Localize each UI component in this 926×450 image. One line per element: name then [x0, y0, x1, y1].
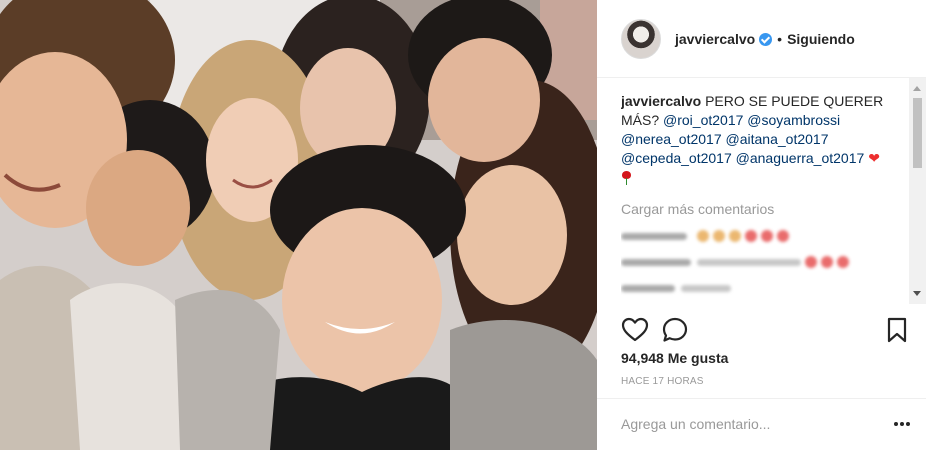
blurred-comment	[621, 253, 909, 271]
mention-link[interactable]: @anaguerra_ot2017	[736, 150, 865, 166]
red-heart-emoji-icon: ❤	[868, 150, 880, 166]
post-header: javviercalvo • Siguiendo	[597, 0, 926, 78]
header-separator: •	[777, 30, 783, 47]
likes-count[interactable]: 94,948 Me gusta	[621, 350, 728, 366]
more-options-icon[interactable]	[892, 414, 912, 434]
action-bar	[621, 316, 911, 344]
verified-badge-icon	[759, 33, 773, 46]
rose-emoji-icon	[621, 171, 631, 185]
post-timestamp[interactable]: HACE 17 HORAS	[621, 376, 704, 387]
bookmark-icon[interactable]	[883, 316, 911, 344]
load-more-comments-link[interactable]: Cargar más comentarios	[621, 200, 909, 219]
scroll-thumb[interactable]	[913, 98, 922, 168]
caption-username[interactable]: javviercalvo	[621, 93, 701, 109]
mention-link[interactable]: @soyambrossi	[747, 112, 840, 128]
speech-bubble-icon[interactable]	[661, 316, 689, 344]
header-username[interactable]: javviercalvo	[675, 31, 755, 47]
mention-link[interactable]: @cepeda_ot2017	[621, 150, 732, 166]
following-button[interactable]: Siguiendo	[787, 31, 855, 47]
post-side-panel: javviercalvo • Siguiendo javviercalvo PE…	[597, 0, 926, 450]
mention-link[interactable]: @aitana_ot2017	[726, 131, 829, 147]
scroll-up-arrow-icon[interactable]	[913, 86, 921, 91]
scroll-down-arrow-icon[interactable]	[913, 291, 921, 296]
comment-input[interactable]	[621, 414, 871, 434]
divider	[597, 398, 926, 399]
caption: javviercalvo PERO SE PUEDE QUERER MÁS? @…	[621, 92, 909, 190]
avatar[interactable]	[621, 18, 661, 59]
mention-link[interactable]: @nerea_ot2017	[621, 131, 722, 147]
heart-outline-icon[interactable]	[621, 316, 649, 344]
post-photo[interactable]	[0, 0, 597, 450]
comments-scrollbar[interactable]	[909, 78, 926, 304]
comments-list[interactable]: javviercalvo PERO SE PUEDE QUERER MÁS? @…	[621, 92, 909, 304]
blurred-comment	[621, 227, 909, 245]
mention-link[interactable]: @roi_ot2017	[663, 112, 743, 128]
photo-illustration	[0, 0, 597, 450]
blurred-comment	[621, 279, 909, 297]
